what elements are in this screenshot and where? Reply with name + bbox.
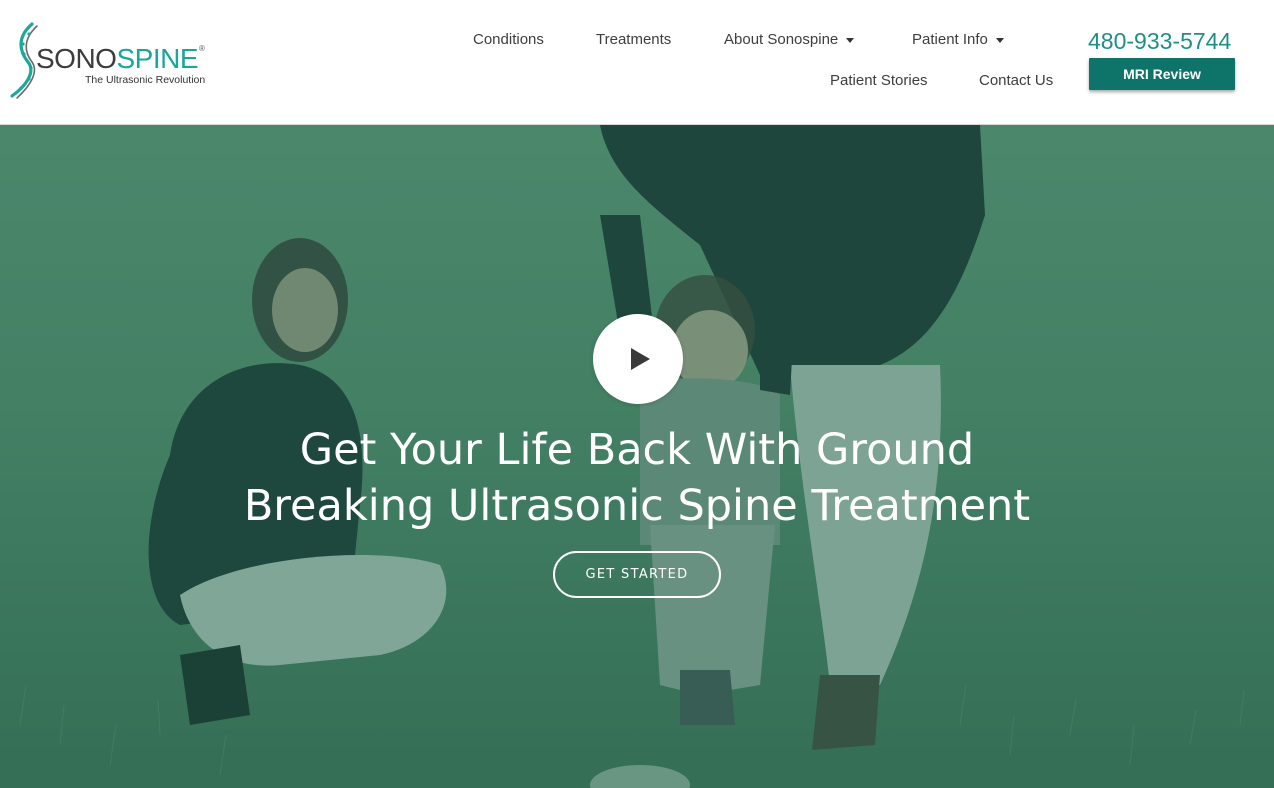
brand-tagline: The Ultrasonic Revolution xyxy=(85,74,206,86)
caret-down-icon xyxy=(846,37,855,43)
nav-conditions[interactable]: Conditions xyxy=(473,31,544,48)
brand-name-part2: SPINE xyxy=(116,43,198,74)
mri-review-button[interactable]: MRI Review xyxy=(1089,58,1235,90)
get-started-button[interactable]: GET STARTED xyxy=(553,551,721,598)
play-video-button[interactable] xyxy=(593,314,683,404)
nav-patient-info[interactable]: Patient Info xyxy=(912,31,1004,48)
nav-patient-info-label: Patient Info xyxy=(912,31,988,48)
nav-patient-stories[interactable]: Patient Stories xyxy=(830,72,928,89)
headline-line-1: Get Your Life Back With Ground xyxy=(299,425,975,475)
registered-mark: ® xyxy=(199,44,205,53)
nav-treatments[interactable]: Treatments xyxy=(596,31,671,48)
hero-section: Get Your Life Back With Ground Breaking … xyxy=(0,125,1274,788)
nav-about-label: About Sonospine xyxy=(724,31,839,48)
play-icon xyxy=(631,348,650,370)
sonospine-logo[interactable]: SONOSPINE® The Ultrasonic Revolution xyxy=(8,22,218,100)
brand-wordmark: SONOSPINE® xyxy=(36,43,205,74)
site-header: SONOSPINE® The Ultrasonic Revolution Con… xyxy=(0,0,1274,125)
hero-headline: Get Your Life Back With Ground Breaking … xyxy=(200,422,1074,534)
caret-down-icon xyxy=(995,37,1004,43)
nav-about-sonospine[interactable]: About Sonospine xyxy=(724,31,855,48)
nav-contact-us[interactable]: Contact Us xyxy=(979,72,1053,89)
headline-line-2: Breaking Ultrasonic Spine Treatment xyxy=(243,481,1031,531)
brand-name-part1: SONO xyxy=(36,43,117,74)
phone-number-link[interactable]: 480-933-5744 xyxy=(1088,28,1231,55)
